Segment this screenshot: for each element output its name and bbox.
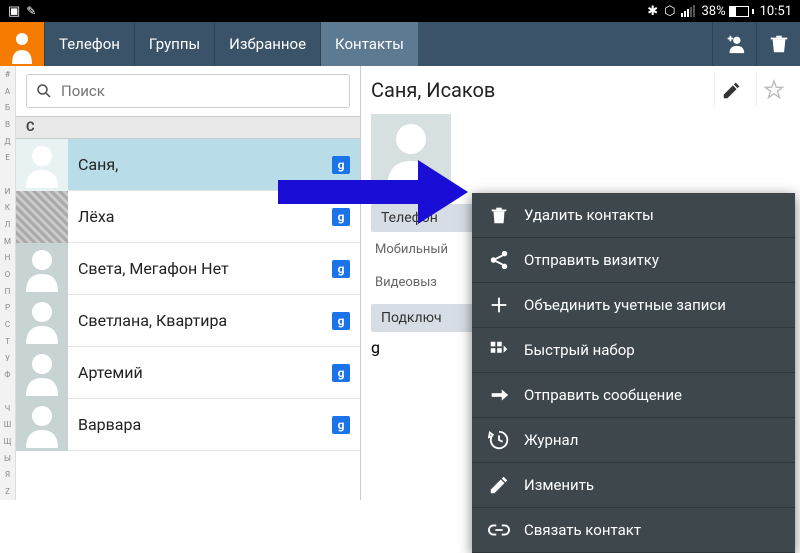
delete-button[interactable] <box>756 22 800 66</box>
google-badge-icon: g <box>332 364 350 382</box>
alphabet-index[interactable]: #АБВДЕИКЛМНОПРСТУФЧШЩЫЯZ <box>0 66 16 500</box>
add-contact-button[interactable] <box>712 22 756 66</box>
notification-icon: ▣ <box>8 4 20 19</box>
index-letter[interactable]: Е <box>0 149 15 166</box>
edit-notification-icon: ✎ <box>26 4 36 18</box>
contact-name: Света, Мегафон Нет <box>78 259 322 278</box>
clock: 10:51 <box>760 4 792 19</box>
app-logo[interactable] <box>0 22 44 66</box>
google-badge-icon: g <box>332 260 350 278</box>
index-letter[interactable]: Р <box>0 300 15 317</box>
pencil-icon <box>488 474 510 496</box>
contact-detail-pane: Саня, Исаков Телефон Мобильный Видеовыз … <box>361 66 800 500</box>
avatar <box>16 399 68 451</box>
bluetooth-icon: ✱ <box>647 4 658 19</box>
index-letter[interactable]: О <box>0 266 15 283</box>
index-letter[interactable]: Ш <box>0 416 15 433</box>
search-input[interactable] <box>26 74 350 108</box>
index-letter[interactable]: # <box>0 66 15 83</box>
menu-send-message[interactable]: Отправить сообщение <box>472 373 795 418</box>
google-badge-icon: g <box>332 208 350 226</box>
contact-row[interactable]: Светлана, Квартира g <box>16 295 360 347</box>
index-letter[interactable]: Z <box>0 483 15 500</box>
contact-row[interactable]: Саня, g <box>16 139 360 191</box>
index-letter[interactable]: С <box>0 316 15 333</box>
edit-contact-button[interactable] <box>714 73 748 107</box>
index-letter[interactable]: Ф <box>0 366 15 383</box>
tab-favorites[interactable]: Избранное <box>214 22 320 66</box>
favorite-button[interactable] <box>756 73 790 107</box>
menu-share-card[interactable]: Отправить визитку <box>472 238 795 283</box>
contact-name: Артемий <box>78 363 322 382</box>
top-bar: Телефон Группы Избранное Контакты <box>0 22 800 66</box>
menu-delete-contacts[interactable]: Удалить контакты <box>472 193 795 238</box>
google-badge-icon: g <box>332 156 350 174</box>
index-letter[interactable]: Я <box>0 467 15 484</box>
menu-speed-dial[interactable]: Быстрый набор <box>472 328 795 373</box>
section-header: С <box>16 116 360 139</box>
index-letter[interactable]: Ы <box>0 450 15 467</box>
search-icon <box>35 82 53 100</box>
contact-name: Варвара <box>78 415 322 434</box>
avatar <box>16 295 68 347</box>
index-letter[interactable] <box>0 166 15 183</box>
index-letter[interactable]: Л <box>0 216 15 233</box>
google-badge-icon: g <box>332 312 350 330</box>
contact-row[interactable]: Лёха g <box>16 191 360 243</box>
menu-journal[interactable]: Журнал <box>472 418 795 463</box>
tab-contacts[interactable]: Контакты <box>320 22 418 66</box>
google-badge-icon: g <box>371 338 393 360</box>
search-field[interactable] <box>61 82 341 100</box>
index-letter[interactable]: Н <box>0 250 15 267</box>
tab-phone[interactable]: Телефон <box>44 22 134 66</box>
index-letter[interactable]: Щ <box>0 433 15 450</box>
contact-row[interactable]: Света, Мегафон Нет g <box>16 243 360 295</box>
index-letter[interactable]: И <box>0 183 15 200</box>
menu-edit[interactable]: Изменить <box>472 463 795 508</box>
contact-detail-avatar <box>371 114 451 194</box>
google-badge-icon: g <box>332 416 350 434</box>
index-letter[interactable]: У <box>0 350 15 367</box>
contact-list-pane: С Саня, g Лёха g Света, Мегафон Нет g Св… <box>16 66 361 500</box>
avatar <box>16 139 68 191</box>
index-letter[interactable] <box>0 383 15 400</box>
avatar <box>16 243 68 295</box>
index-letter[interactable]: А <box>0 83 15 100</box>
index-letter[interactable]: Б <box>0 99 15 116</box>
contact-row[interactable]: Варвара g <box>16 399 360 451</box>
battery-percent: 38% <box>701 4 725 19</box>
index-letter[interactable]: М <box>0 233 15 250</box>
history-icon <box>488 429 510 451</box>
share-icon <box>488 249 510 271</box>
contact-row[interactable]: Артемий g <box>16 347 360 399</box>
signal-icon <box>681 5 695 17</box>
index-letter[interactable]: П <box>0 283 15 300</box>
wifi-icon: ⬡ <box>664 4 675 19</box>
menu-link-contact[interactable]: Связать контакт <box>472 508 795 553</box>
contact-detail-name: Саня, Исаков <box>371 78 706 102</box>
context-menu: Удалить контакты Отправить визитку Объед… <box>472 193 795 553</box>
contact-name: Светлана, Квартира <box>78 311 322 330</box>
dialpad-icon <box>488 339 510 361</box>
index-letter[interactable]: К <box>0 200 15 217</box>
contact-name: Лёха <box>78 207 322 226</box>
index-letter[interactable]: В <box>0 116 15 133</box>
contact-name: Саня, <box>78 155 322 174</box>
index-letter[interactable]: Ч <box>0 400 15 417</box>
battery-indicator: 38% <box>701 4 753 19</box>
trash-icon <box>488 204 510 226</box>
status-bar: ▣ ✎ ✱ ⬡ 38% 10:51 <box>0 0 800 22</box>
tab-groups[interactable]: Группы <box>134 22 214 66</box>
menu-merge-accounts[interactable]: Объединить учетные записи <box>472 283 795 328</box>
avatar <box>16 347 68 399</box>
plus-icon <box>488 294 510 316</box>
arrow-right-icon <box>488 384 510 406</box>
index-letter[interactable]: Т <box>0 333 15 350</box>
link-icon <box>488 519 510 541</box>
index-letter[interactable]: Д <box>0 133 15 150</box>
avatar <box>16 191 68 243</box>
